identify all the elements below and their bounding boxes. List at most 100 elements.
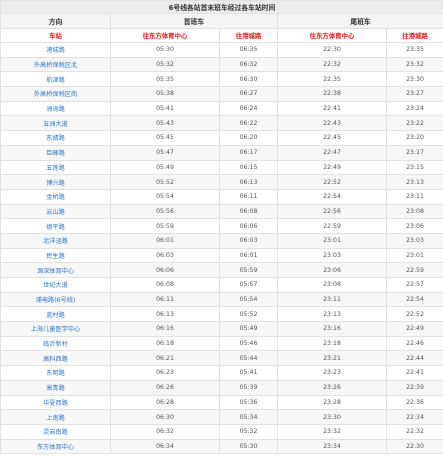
last-train-to-oriental-sports-center: 23:21 [277, 350, 387, 367]
first-train-to-oriental-sports-center: 06:28 [110, 394, 220, 411]
last-train-to-gangcheng-road: 23:03 [385, 232, 443, 249]
first-train-to-oriental-sports-center: 05:35 [110, 71, 220, 88]
table-row: 航津路 05:35 06:30 22:35 23:30 [0, 71, 443, 88]
station-name[interactable]: 外高桥保税区南 [0, 86, 111, 102]
station-name[interactable]: 港城路 [0, 42, 111, 58]
first-train-to-gangcheng-road: 06:15 [219, 159, 278, 176]
table-row: 浦电路(6号线) 06:11 05:54 23:11 22:54 [0, 291, 443, 308]
station-name[interactable]: 高青路 [0, 379, 111, 396]
first-train-to-gangcheng-road: 06:20 [219, 130, 278, 146]
first-train-to-gangcheng-road: 06:27 [219, 86, 278, 102]
station-name[interactable]: 临沂新村 [0, 335, 111, 352]
station-name[interactable]: 外高桥保税区北 [0, 56, 111, 73]
station-name[interactable]: 上南路 [0, 409, 111, 425]
last-to-gangcheng-road-header: 往港城路 [385, 28, 443, 43]
last-train-to-gangcheng-road: 23:24 [385, 100, 443, 117]
last-train-to-oriental-sports-center: 22:41 [277, 100, 387, 117]
station-name[interactable]: 五莲路 [0, 159, 111, 176]
station-name[interactable]: 灵岩南路 [0, 423, 111, 440]
first-train-to-gangcheng-road: 05:41 [219, 365, 278, 381]
last-train-to-oriental-sports-center: 23:28 [277, 394, 387, 411]
direction-header: 方向 [0, 13, 111, 29]
first-train-to-gangcheng-road: 06:06 [219, 218, 278, 234]
last-train-to-oriental-sports-center: 22:49 [277, 159, 387, 176]
first-train-to-gangcheng-road: 06:11 [219, 188, 278, 205]
table-row: 上海儿童医学中心 06:16 05:49 23:16 22:49 [0, 321, 443, 337]
table-row: 外高桥保税区南 05:38 06:27 22:38 23:27 [0, 86, 443, 102]
last-train-to-gangcheng-road: 22:44 [385, 350, 443, 367]
last-train-to-gangcheng-road: 23:17 [385, 144, 443, 161]
header-row-direction: 方向 首班车 尾班车 [0, 13, 443, 29]
timetable-body: 港城路 05:30 06:35 22:30 23:35 外高桥保税区北 05:32 06:32… [0, 42, 443, 455]
station-name[interactable]: 浦电路(6号线) [0, 291, 111, 308]
last-train-to-oriental-sports-center: 22:30 [277, 42, 387, 58]
station-name[interactable]: 源深体育中心 [0, 262, 111, 278]
station-name[interactable]: 华夏西路 [0, 394, 111, 411]
table-row: 临沂新村 06:18 05:46 23:18 22:46 [0, 335, 443, 352]
station-name[interactable]: 五洲大道 [0, 115, 111, 132]
last-train-to-gangcheng-road: 22:41 [385, 365, 443, 381]
table-row: 北洋泾路 06:01 06:03 23:01 23:03 [0, 232, 443, 249]
first-train-to-oriental-sports-center: 05:49 [110, 159, 220, 176]
first-train-to-oriental-sports-center: 05:54 [110, 188, 220, 205]
station-name[interactable]: 博兴路 [0, 174, 111, 190]
station-name[interactable]: 民生路 [0, 247, 111, 264]
station-name[interactable]: 北洋泾路 [0, 232, 111, 249]
last-train-header: 尾班车 [276, 13, 443, 29]
station-name[interactable]: 东靖路 [0, 130, 111, 146]
last-train-to-oriental-sports-center: 23:01 [277, 232, 387, 249]
station-name[interactable]: 世纪大道 [0, 277, 111, 293]
first-train-to-gangcheng-road: 06:17 [219, 144, 278, 161]
last-train-to-oriental-sports-center: 23:23 [277, 365, 387, 381]
station-name[interactable]: 巨峰路 [0, 144, 111, 161]
station-name[interactable]: 航津路 [0, 71, 111, 88]
last-train-to-gangcheng-road: 22:52 [385, 306, 443, 323]
last-train-to-gangcheng-road: 22:36 [385, 394, 443, 411]
station-name[interactable]: 金桥路 [0, 188, 111, 205]
first-train-to-oriental-sports-center: 06:13 [110, 306, 220, 323]
first-train-to-gangcheng-road: 05:30 [219, 438, 278, 455]
timetable-page: 6号线各站首末班车经过各车站时间 方向 首班车 尾班车 车站 往东方体育中心 往… [0, 0, 443, 456]
station-name[interactable]: 德平路 [0, 218, 111, 234]
last-train-to-gangcheng-road: 22:49 [385, 321, 443, 337]
station-name[interactable]: 云山路 [0, 203, 111, 220]
last-train-to-gangcheng-road: 23:08 [385, 203, 443, 220]
first-train-to-gangcheng-road: 05:57 [219, 277, 278, 293]
table-row: 上南路 06:30 05:34 23:30 22:34 [0, 409, 443, 425]
last-train-to-oriental-sports-center: 22:56 [277, 203, 387, 220]
first-train-header: 首班车 [110, 13, 278, 29]
station-name[interactable]: 东明路 [0, 365, 111, 381]
last-train-to-gangcheng-road: 23:22 [385, 115, 443, 132]
first-to-gangcheng-road-header: 往港城路 [219, 28, 278, 43]
table-row: 巨峰路 05:47 06:17 22:47 23:17 [0, 144, 443, 161]
last-train-to-gangcheng-road: 22:46 [385, 335, 443, 352]
station-name[interactable]: 高科西路 [0, 350, 111, 367]
last-train-to-gangcheng-road: 23:27 [385, 86, 443, 102]
table-row: 金桥路 05:54 06:11 22:54 23:11 [0, 188, 443, 205]
timetable: 6号线各站首末班车经过各车站时间 方向 首班车 尾班车 车站 往东方体育中心 往… [0, 0, 443, 455]
table-row: 东靖路 05:45 06:20 22:45 23:20 [0, 130, 443, 146]
last-train-to-gangcheng-road: 22:32 [385, 423, 443, 440]
last-train-to-oriental-sports-center: 23:08 [277, 277, 387, 293]
station-name[interactable]: 上海儿童医学中心 [0, 321, 111, 337]
table-row: 源深体育中心 06:06 05:59 23:06 22:59 [0, 262, 443, 278]
last-train-to-oriental-sports-center: 23:11 [277, 291, 387, 308]
last-train-to-oriental-sports-center: 23:03 [277, 247, 387, 264]
first-train-to-gangcheng-road: 05:32 [219, 423, 278, 440]
first-train-to-gangcheng-road: 06:13 [219, 174, 278, 190]
last-train-to-oriental-sports-center: 22:35 [277, 71, 387, 88]
station-name[interactable]: 东方体育中心 [0, 438, 111, 455]
last-train-to-oriental-sports-center: 23:06 [277, 262, 387, 278]
timetable-caption-row: 6号线各站首末班车经过各车站时间 [0, 0, 443, 14]
last-train-to-oriental-sports-center: 23:32 [277, 423, 387, 440]
first-train-to-oriental-sports-center: 06:01 [110, 232, 220, 249]
last-train-to-gangcheng-road: 22:34 [385, 409, 443, 425]
last-train-to-gangcheng-road: 23:06 [385, 218, 443, 234]
table-row: 洲海路 05:41 06:24 22:41 23:24 [0, 100, 443, 117]
table-row: 外高桥保税区北 05:32 06:32 22:32 23:32 [0, 56, 443, 73]
last-train-to-gangcheng-road: 22:57 [385, 277, 443, 293]
first-train-to-gangcheng-road: 06:30 [219, 71, 278, 88]
first-train-to-oriental-sports-center: 06:11 [110, 291, 220, 308]
station-name[interactable]: 蓝村路 [0, 306, 111, 323]
station-name[interactable]: 洲海路 [0, 100, 111, 117]
